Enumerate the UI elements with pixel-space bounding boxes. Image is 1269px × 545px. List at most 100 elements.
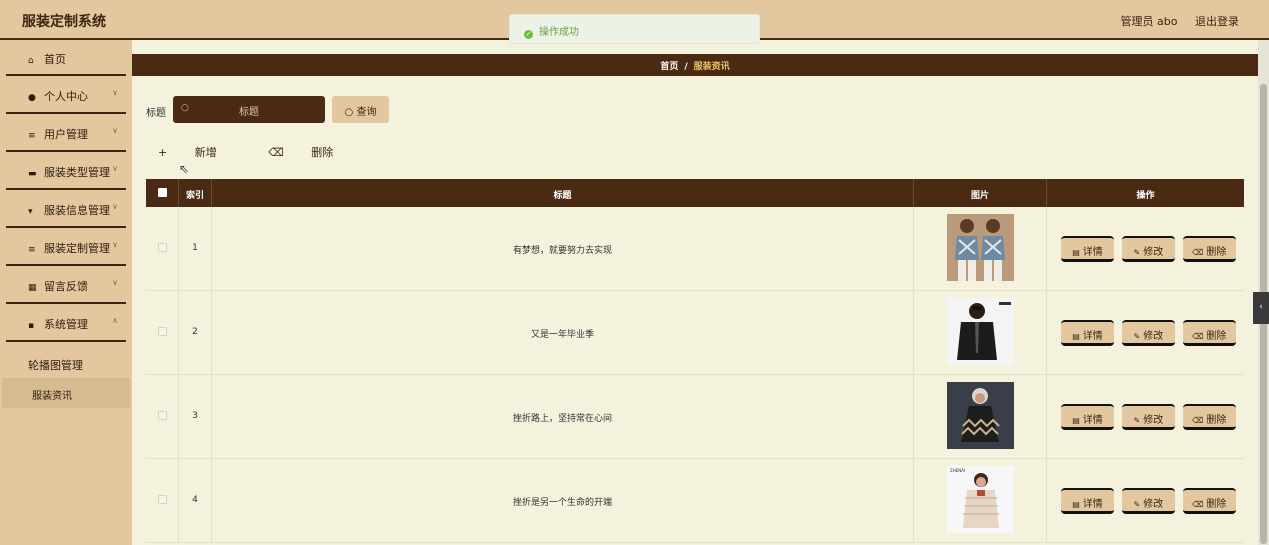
row-index: 3: [179, 375, 212, 459]
sidebar-item-feedback[interactable]: ▦ 留言反馈 ∨: [6, 266, 126, 304]
row-image-cell: ZHENAI: [914, 459, 1047, 543]
trash-icon: ⌫: [1192, 248, 1204, 257]
user-icon: ●: [28, 93, 36, 103]
select-all-cell: [146, 179, 179, 207]
row-checkbox[interactable]: [157, 495, 167, 504]
sidebar-subitem-clothing-news[interactable]: 服装资讯: [2, 378, 130, 408]
row-image-cell: [914, 291, 1047, 375]
delete-button[interactable]: ⌫ 删除: [1182, 320, 1236, 346]
document-icon: ▤: [1072, 500, 1080, 509]
sidebar-item-user-management[interactable]: ≡ 用户管理 ∨: [6, 114, 126, 152]
edit-label: 修改: [1143, 415, 1164, 426]
delete-button[interactable]: ⌫ 删除: [1182, 236, 1236, 262]
grid-icon: ▦: [28, 283, 37, 293]
sidebar-item-label: 服装信息管理: [44, 204, 110, 217]
collapse-panel-button[interactable]: ‹: [1253, 292, 1269, 324]
edit-button[interactable]: ✎ 修改: [1121, 404, 1175, 430]
sidebar-item-personal-center[interactable]: ● 个人中心 ∨: [6, 76, 126, 114]
table-row: 2 又是一年毕业季 ▤ 详情 ✎ 修改 ⌫ 删除: [146, 291, 1244, 375]
folder-icon: ▬: [28, 169, 37, 179]
chevron-down-icon: ∨: [112, 278, 118, 287]
chevron-down-icon: ∨: [112, 164, 118, 173]
row-ops-cell: ▤ 详情 ✎ 修改 ⌫ 删除: [1047, 291, 1244, 375]
table-row: 4 挫折是另一个生命的开端 ZHENAI ▤ 详情 ✎ 修改 ⌫ 删除: [146, 459, 1244, 543]
edit-button[interactable]: ✎ 修改: [1121, 236, 1175, 262]
breadcrumb-home[interactable]: 首页: [660, 62, 678, 72]
sidebar-item-clothing-custom[interactable]: ≡ 服装定制管理 ∨: [6, 228, 126, 266]
delete-button[interactable]: ⌫ 删除: [1182, 488, 1236, 514]
logout-link[interactable]: 退出登录: [1195, 15, 1239, 28]
edit-label: 修改: [1143, 247, 1164, 258]
chevron-down-icon: ∨: [112, 202, 118, 211]
row-thumbnail-image[interactable]: ZHENAI: [947, 466, 1014, 533]
trash-icon: ⌫: [1192, 500, 1204, 509]
trash-icon: ⌫: [1192, 332, 1204, 341]
pencil-icon: ✎: [1133, 500, 1141, 509]
breadcrumb-current: 服装资讯: [693, 62, 730, 72]
sliders-icon: ≡: [28, 131, 36, 141]
document-icon: ▤: [1072, 416, 1080, 425]
news-table: 索引 标题 图片 操作 1 有梦想，就要努力去实现 ▤ 详情 ✎ 修改 ⌫ 删除…: [146, 179, 1244, 543]
row-index: 1: [179, 207, 212, 291]
row-title: 有梦想，就要努力去实现: [212, 207, 914, 291]
add-button[interactable]: + 新增: [158, 146, 241, 159]
column-header-ops: 操作: [1136, 191, 1155, 201]
app-title: 服装定制系统: [22, 14, 106, 30]
search-label: 标题: [146, 108, 166, 119]
column-header-image: 图片: [914, 179, 1047, 207]
sidebar-subitem-carousel[interactable]: 轮播图管理: [0, 348, 132, 378]
batch-delete-button[interactable]: ⌫ 删除: [268, 146, 357, 159]
trash-icon: ⌫: [1192, 416, 1204, 425]
row-checkbox-cell: [146, 375, 179, 459]
edit-button[interactable]: ✎ 修改: [1121, 488, 1175, 514]
sidebar-item-label: 留言反馈: [44, 280, 88, 293]
success-toast: ✓ 操作成功: [509, 14, 760, 44]
search-input[interactable]: ○ 标题: [173, 96, 325, 123]
detail-label: 详情: [1082, 247, 1103, 258]
row-title: 又是一年毕业季: [212, 291, 914, 375]
row-checkbox[interactable]: [157, 411, 167, 420]
chevron-down-icon: ∨: [112, 88, 118, 97]
query-button[interactable]: ○ 查询: [332, 96, 389, 123]
shirt-icon: ▾: [28, 207, 33, 217]
delete-button[interactable]: ⌫ 删除: [1182, 404, 1236, 430]
row-ops-cell: ▤ 详情 ✎ 修改 ⌫ 删除: [1047, 459, 1244, 543]
detail-button[interactable]: ▤ 详情: [1061, 236, 1114, 262]
table-row: 1 有梦想，就要努力去实现 ▤ 详情 ✎ 修改 ⌫ 删除: [146, 207, 1244, 291]
table-header: 索引 标题 图片 操作: [146, 179, 1244, 207]
sidebar: ⌂ 首页 ● 个人中心 ∨ ≡ 用户管理 ∨ ▬ 服装类型管理 ∨ ▾ 服装信息管理 ∨ …: [0, 40, 132, 545]
detail-button[interactable]: ▤ 详情: [1061, 320, 1114, 346]
row-checkbox-cell: [146, 459, 179, 543]
select-all-checkbox[interactable]: [157, 188, 167, 197]
row-thumbnail-image[interactable]: [947, 298, 1014, 365]
row-checkbox[interactable]: [157, 243, 167, 252]
sidebar-item-home[interactable]: ⌂ 首页: [6, 40, 126, 76]
breadcrumb: 首页 / 服装资讯: [132, 54, 1258, 76]
trash-icon: ⌫: [268, 146, 288, 159]
apps-icon: ▪: [28, 321, 35, 331]
brand-mark-text: ZHENAI: [950, 468, 965, 473]
sidebar-item-label: 服装定制管理: [44, 242, 110, 255]
search-icon: ○: [181, 103, 189, 113]
user-label[interactable]: 管理员 abo: [1121, 15, 1178, 28]
row-checkbox[interactable]: [157, 327, 167, 336]
sidebar-item-clothing-type[interactable]: ▬ 服装类型管理 ∨: [6, 152, 126, 190]
row-index: 4: [179, 459, 212, 543]
toast-message: 操作成功: [539, 27, 579, 38]
detail-button[interactable]: ▤ 详情: [1061, 404, 1114, 430]
edit-button[interactable]: ✎ 修改: [1121, 320, 1175, 346]
row-thumbnail-image[interactable]: [947, 382, 1014, 449]
delete-label: 删除: [1206, 415, 1227, 426]
chevron-down-icon: ∨: [112, 126, 118, 135]
main-content: 首页 / 服装资讯 标题 ○ 标题 ○ 查询 + 新增 ⌫ 删除 ⇖ 索引 标题 图…: [132, 40, 1258, 545]
pencil-icon: ✎: [1133, 248, 1141, 257]
delete-label: 删除: [1206, 331, 1227, 342]
header-user-area: 管理员 abo 退出登录: [1107, 13, 1239, 29]
sidebar-item-system[interactable]: ▪ 系统管理 ∧: [6, 304, 126, 342]
column-header-title: 标题: [212, 179, 914, 207]
row-thumbnail-image[interactable]: [947, 214, 1014, 281]
sidebar-item-clothing-info[interactable]: ▾ 服装信息管理 ∨: [6, 190, 126, 228]
detail-button[interactable]: ▤ 详情: [1061, 488, 1114, 514]
search-icon: ○: [344, 107, 357, 118]
chevron-down-icon: ∨: [112, 240, 118, 249]
